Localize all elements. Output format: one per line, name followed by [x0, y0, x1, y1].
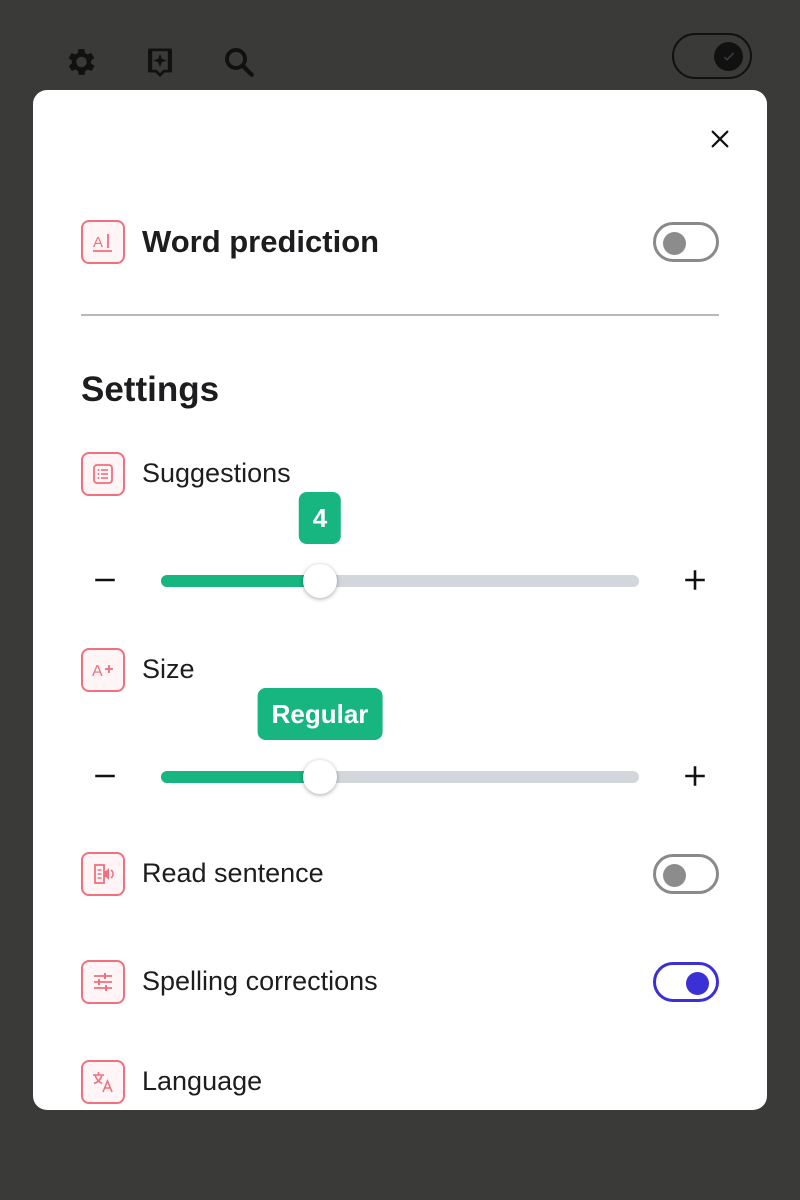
slider-track[interactable]: Regular: [161, 688, 639, 794]
suggestions-label: Suggestions: [142, 458, 291, 488]
slider-track[interactable]: 4: [161, 492, 639, 598]
suggestions-value-badge: 4: [298, 492, 342, 544]
slider-fill: [161, 575, 320, 587]
svg-text:A: A: [93, 234, 103, 251]
word-prediction-panel: A Word prediction Settings Suggestions 4…: [33, 90, 767, 1110]
sliders-icon: [81, 960, 125, 1004]
close-icon[interactable]: [705, 124, 735, 154]
ai-text-icon: A: [81, 220, 125, 264]
size-increase-button[interactable]: [675, 756, 715, 796]
size-decrease-button[interactable]: [85, 756, 125, 796]
suggestions-decrease-button[interactable]: [85, 560, 125, 600]
check-icon: [723, 51, 734, 61]
toggle-knob: [714, 42, 743, 71]
suggestions-slider[interactable]: 4: [81, 492, 719, 600]
text-size-plus-icon: A: [81, 648, 125, 692]
language-label[interactable]: Language: [142, 1066, 262, 1097]
toggle-knob: [663, 232, 686, 255]
sparkle-bookmark-icon[interactable]: [140, 42, 180, 82]
slider-fill: [161, 771, 320, 783]
spelling-corrections-label: Spelling corrections: [142, 966, 378, 996]
toggle-knob: [663, 864, 686, 887]
slider-thumb[interactable]: [303, 564, 337, 598]
slider-thumb[interactable]: [303, 760, 337, 794]
word-prediction-toggle[interactable]: [653, 222, 719, 262]
toggle-knob: [686, 972, 709, 995]
list-icon: [81, 452, 125, 496]
spelling-corrections-toggle[interactable]: [653, 962, 719, 1002]
size-label: Size: [142, 654, 195, 684]
svg-text:A: A: [92, 663, 103, 680]
word-prediction-label: Word prediction: [142, 224, 380, 259]
gear-icon[interactable]: [60, 42, 100, 82]
read-sentence-toggle[interactable]: [653, 854, 719, 894]
size-value-badge: Regular: [257, 688, 383, 740]
speaker-document-icon: [81, 852, 125, 896]
top-toggle[interactable]: [672, 33, 752, 79]
top-toolbar: [0, 0, 800, 90]
search-icon[interactable]: [219, 42, 259, 82]
divider: [81, 314, 719, 316]
read-sentence-label: Read sentence: [142, 858, 324, 888]
suggestions-increase-button[interactable]: [675, 560, 715, 600]
settings-heading: Settings: [81, 370, 220, 409]
size-slider[interactable]: Regular: [81, 688, 719, 796]
translate-icon: [81, 1060, 125, 1104]
